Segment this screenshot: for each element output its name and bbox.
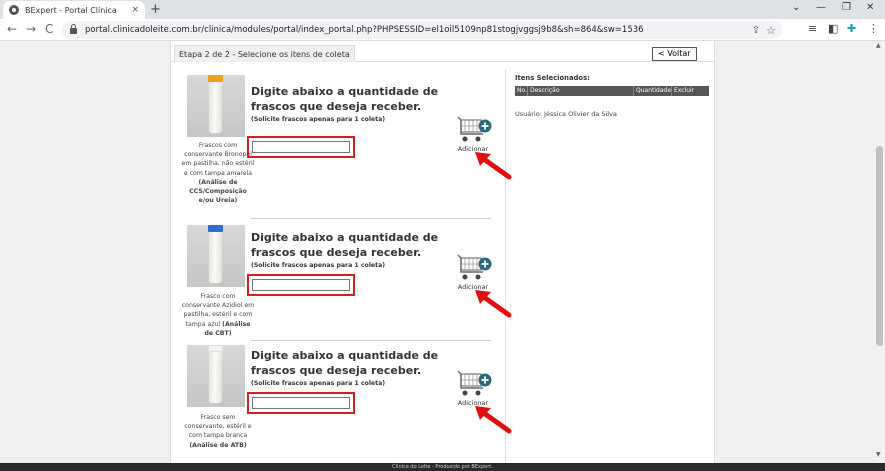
quantity-heading: Digite abaixo a quantidade de frascos qu… xyxy=(251,349,439,377)
url-text: portal.clinicadoleite.com.br/clinica/mod… xyxy=(85,25,644,35)
window-close-icon[interactable]: ✕ xyxy=(866,2,874,13)
browser-tab[interactable]: BExpert - Portal Clínica × xyxy=(3,1,145,19)
scroll-thumb[interactable] xyxy=(876,146,883,346)
quantity-highlight xyxy=(247,136,355,158)
item-divider xyxy=(251,218,491,219)
side-panel-icon[interactable]: ◧ xyxy=(828,22,838,35)
quantity-input[interactable] xyxy=(252,397,350,409)
items-column: Frascos com conservante Bronopol em past… xyxy=(181,69,512,463)
tab-title: BExpert - Portal Clínica xyxy=(25,5,117,15)
scroll-down-icon[interactable]: ▼ xyxy=(876,451,881,458)
globe-icon xyxy=(9,5,19,15)
step-label: Etapa 2 de 2 - Selecione os itens de col… xyxy=(174,45,355,62)
product-caption: Frasco com conservante Azidiol em pastil… xyxy=(181,293,255,337)
reload-icon[interactable]: C xyxy=(45,22,53,36)
maximize-icon[interactable]: ❐ xyxy=(842,2,851,13)
red-arrow-annotation xyxy=(475,406,512,434)
red-arrow-annotation xyxy=(475,152,512,180)
column-header: No. xyxy=(517,86,528,96)
selected-items-title: Itens Selecionados: xyxy=(515,74,590,82)
forward-icon[interactable]: → xyxy=(26,22,36,36)
main-content: Etapa 2 de 2 - Selecione os itens de col… xyxy=(170,41,715,463)
product-caption: Frasco sem conservante, estéril e com ta… xyxy=(184,414,252,449)
scroll-up-icon[interactable]: ▲ xyxy=(876,42,881,49)
back-button[interactable]: < Voltar xyxy=(652,47,697,61)
share-icon[interactable]: ⇪ xyxy=(752,25,760,36)
quantity-note: (Solicite frascos apenas para 1 coleta) xyxy=(251,262,386,269)
reading-list-icon[interactable]: ≡ xyxy=(808,22,817,35)
column-header: Quantidade xyxy=(636,86,672,96)
back-icon[interactable]: ← xyxy=(7,22,17,36)
page-scrollbar[interactable]: ▲ ▼ xyxy=(874,41,885,463)
quantity-note: (Solicite frascos apenas para 1 coleta) xyxy=(251,116,386,123)
menu-icon[interactable]: ⋮ xyxy=(868,22,879,35)
address-bar[interactable]: portal.clinicadoleite.com.br/clinica/mod… xyxy=(62,21,782,39)
quantity-highlight xyxy=(247,392,355,414)
quantity-highlight xyxy=(247,274,355,296)
product-image xyxy=(187,345,245,407)
product-caption: Frascos com conservante Bronopol em past… xyxy=(181,142,255,205)
selected-items-panel: Itens Selecionados: No. Descrição Quanti… xyxy=(515,74,711,118)
red-arrow-annotation xyxy=(475,290,512,318)
add-to-cart-icon[interactable] xyxy=(457,368,493,400)
add-to-cart-icon[interactable] xyxy=(457,252,493,284)
quantity-heading: Digite abaixo a quantidade de frascos qu… xyxy=(251,85,439,113)
collapse-icon[interactable]: ⌄ xyxy=(792,2,800,13)
extension-icon[interactable]: ✚ xyxy=(847,22,856,35)
selected-items-table-header: No. Descrição Quantidade Excluir xyxy=(515,86,709,96)
item-divider xyxy=(251,340,491,341)
column-header: Excluir xyxy=(674,87,695,94)
browser-toolbar: ← → C portal.clinicadoleite.com.br/clini… xyxy=(0,19,885,41)
product-image xyxy=(187,225,245,287)
browser-tabbar: BExpert - Portal Clínica × + ⌄ — ❐ ✕ xyxy=(0,0,885,19)
lock-icon xyxy=(70,24,77,34)
column-header: Descrição xyxy=(528,86,634,96)
page-footer: Clínica do Leite - Produzido por BExpert… xyxy=(0,463,885,471)
quantity-input[interactable] xyxy=(252,279,350,291)
quantity-note: (Solicite frascos apenas para 1 coleta) xyxy=(251,380,386,387)
minimize-icon[interactable]: — xyxy=(816,2,826,13)
tab-close-icon[interactable]: × xyxy=(131,5,139,15)
user-label: Usuário: Jéssica Olivier da Silva xyxy=(515,110,617,118)
new-tab-icon[interactable]: + xyxy=(150,2,161,17)
quantity-heading: Digite abaixo a quantidade de frascos qu… xyxy=(251,231,439,259)
step-bar: Etapa 2 de 2 - Selecione os itens de col… xyxy=(171,45,714,62)
page-viewport: Etapa 2 de 2 - Selecione os itens de col… xyxy=(0,41,885,463)
bookmark-star-icon[interactable]: ☆ xyxy=(766,24,776,37)
add-to-cart-icon[interactable] xyxy=(457,114,493,146)
quantity-input[interactable] xyxy=(252,141,350,153)
product-image xyxy=(187,75,245,137)
